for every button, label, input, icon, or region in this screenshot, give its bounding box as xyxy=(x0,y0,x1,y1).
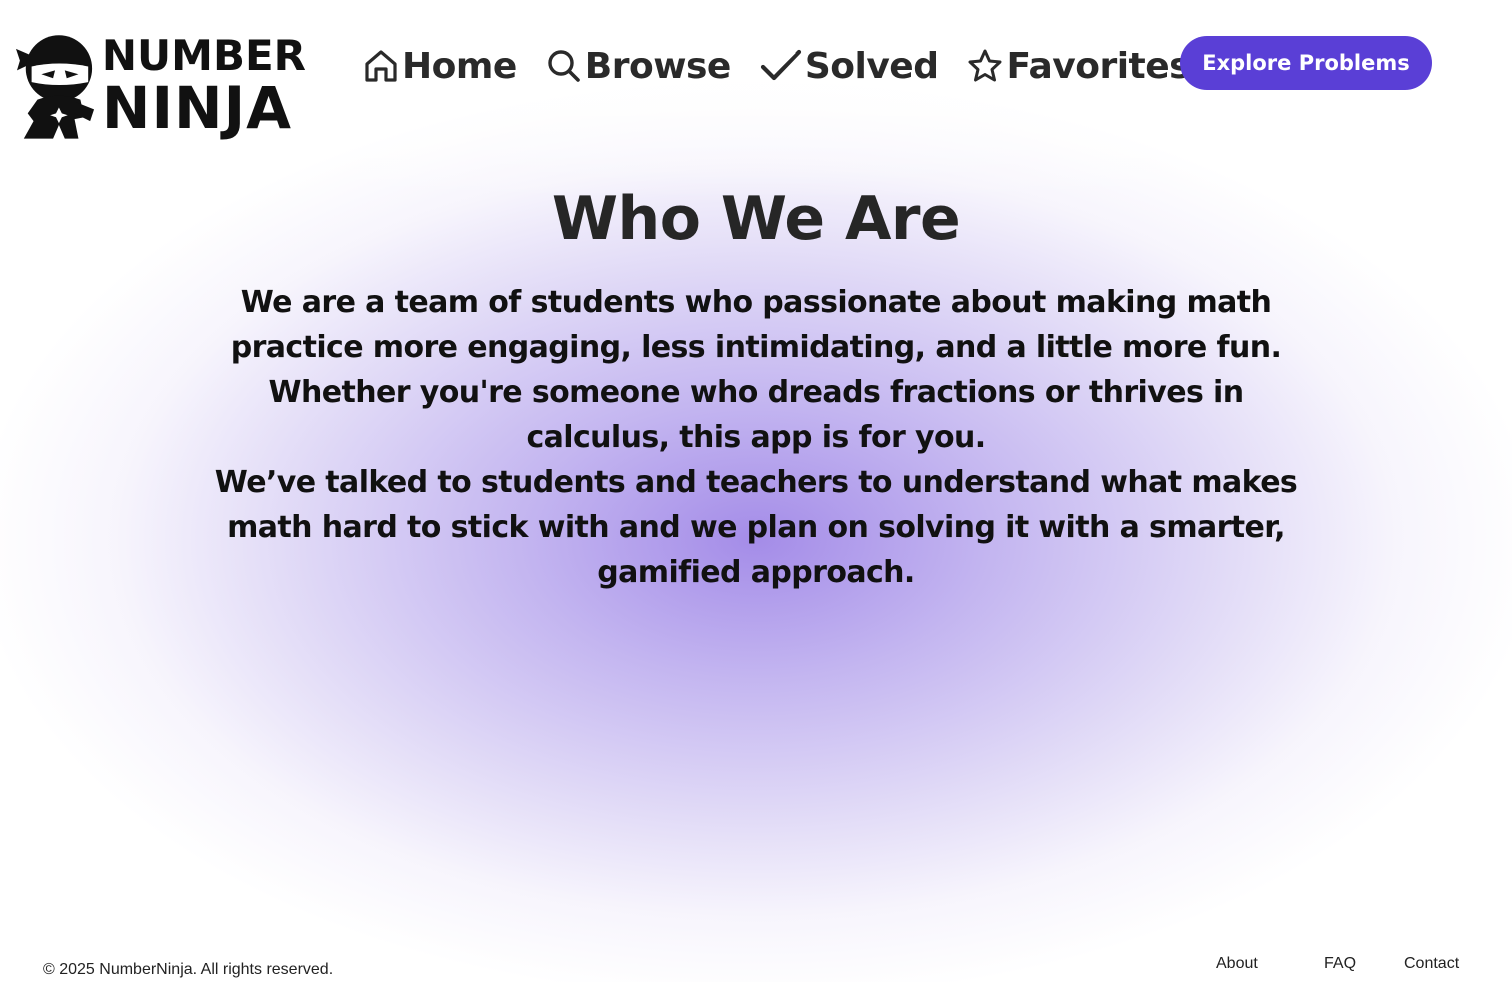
nav-label-favorites: Favorites xyxy=(1006,45,1191,87)
about-paragraph-1: We are a team of students who passionate… xyxy=(230,285,1282,455)
star-icon xyxy=(968,49,1002,82)
about-paragraph-2: We’ve talked to students and teachers to… xyxy=(214,465,1298,590)
logo-text-number: NUMBER xyxy=(101,31,306,80)
nav-item-browse[interactable]: Browse xyxy=(545,46,731,87)
ninja-mascot-icon xyxy=(16,35,95,139)
nav-label-browse: Browse xyxy=(584,45,732,87)
page-title: Who We Are xyxy=(551,184,961,254)
about-description: We are a team of students who passionate… xyxy=(196,280,1316,595)
footer-link-about[interactable]: About xyxy=(1216,955,1258,973)
nav-label-solved: Solved xyxy=(804,45,939,87)
nav-label-home: Home xyxy=(402,45,517,87)
main-nav: Home Browse Solved Favorites xyxy=(362,40,1218,92)
nav-item-home[interactable]: Home xyxy=(362,46,517,87)
search-icon xyxy=(548,50,580,82)
explore-problems-button[interactable]: Explore Problems xyxy=(1180,36,1432,90)
nav-item-solved[interactable]: Solved xyxy=(759,46,939,87)
logo-text-ninja: NINJA xyxy=(101,74,293,142)
footer-link-faq[interactable]: FAQ xyxy=(1324,955,1356,973)
footer-links: About FAQ Contact xyxy=(1200,955,1490,977)
logo-wordmark: NUMBER NINJA xyxy=(101,31,306,142)
copyright-text: © 2025 NumberNinja. All rights reserved. xyxy=(43,961,334,978)
footer-link-contact[interactable]: Contact xyxy=(1404,955,1459,973)
about-page: NUMBER NINJA Home Browse Solved Favorite… xyxy=(0,0,1512,982)
nav-item-favorites[interactable]: Favorites xyxy=(966,45,1191,87)
home-icon xyxy=(365,50,397,82)
brand-logo[interactable]: NUMBER NINJA xyxy=(16,28,306,144)
checkmark-icon xyxy=(760,49,801,81)
